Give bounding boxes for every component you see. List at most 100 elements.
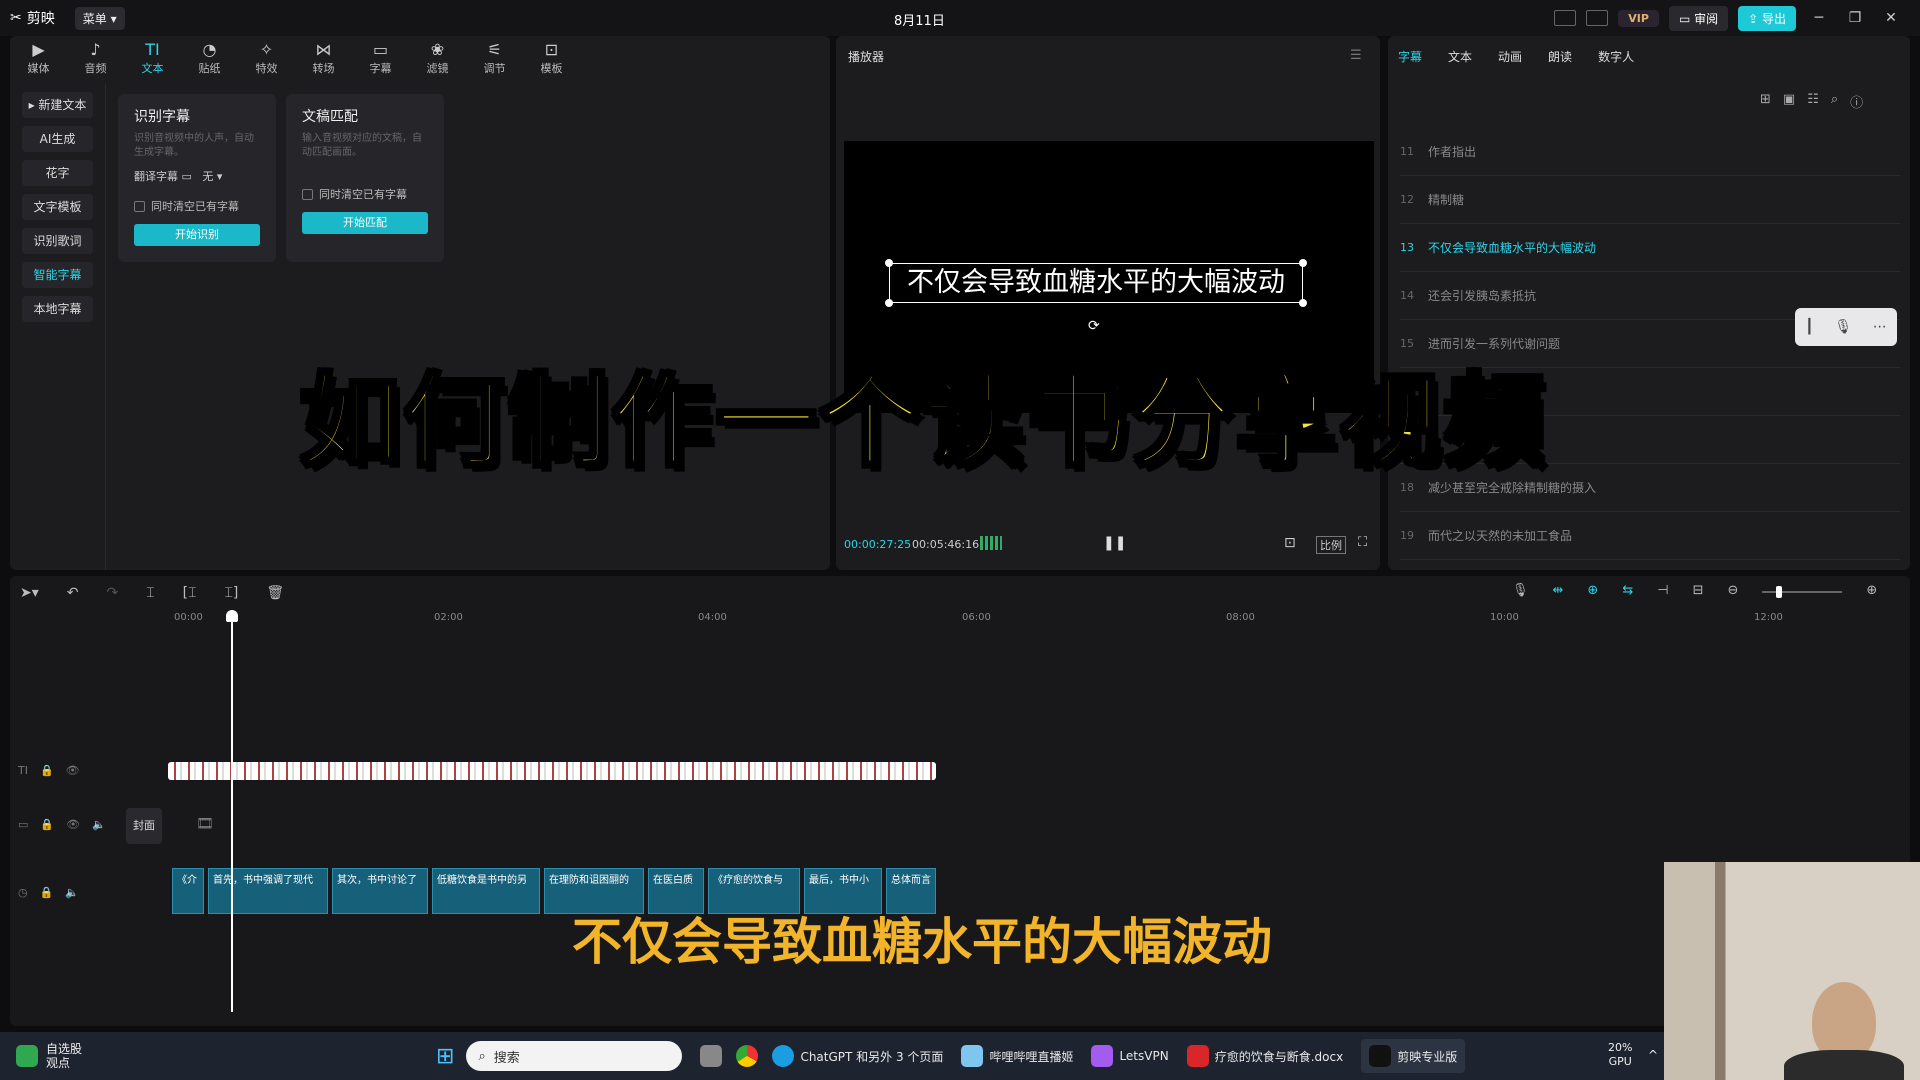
playhead[interactable]: [231, 612, 233, 1012]
minimize-icon[interactable]: ─: [1806, 10, 1832, 26]
preview-subtitle-text[interactable]: 不仅会导致血糖水平的大幅波动: [889, 263, 1303, 303]
linkage-icon[interactable]: ⇆: [1622, 583, 1633, 598]
task-view-icon[interactable]: [700, 1045, 723, 1067]
sidebar-item-fancy-text[interactable]: 花字: [22, 160, 93, 186]
record-mic-icon[interactable]: 🎙: [1512, 583, 1529, 598]
windows-start-icon[interactable]: ⊞: [436, 1044, 454, 1069]
lock-icon[interactable]: 🔒: [40, 886, 54, 899]
checkbox-box[interactable]: [302, 188, 313, 200]
taskbar-app-vpn[interactable]: LetsVPN: [1091, 1045, 1169, 1067]
speaker-icon[interactable]: 🔈: [92, 818, 106, 831]
preview-axis-icon[interactable]: ⊣: [1657, 583, 1668, 598]
more-icon[interactable]: ⋯: [1873, 319, 1887, 335]
split-icon[interactable]: ⌶: [146, 585, 154, 601]
audio-clip[interactable]: 首先，书中强调了现代: [208, 868, 328, 914]
eye-icon[interactable]: 👁: [66, 764, 80, 777]
taskbar-app-edge[interactable]: ChatGPT 和另外 3 个页面: [772, 1045, 943, 1067]
sidebar-item-ai-gen[interactable]: AI生成: [22, 126, 93, 152]
stock-widget[interactable]: 自选股 观点: [16, 1042, 436, 1070]
search-replace-icon[interactable]: ⌕: [1831, 92, 1838, 111]
tab-adjust[interactable]: ⚟ 调节: [466, 36, 523, 80]
tab-filter[interactable]: ❀ 滤镜: [409, 36, 466, 80]
menu-button[interactable]: 菜单 ▾: [74, 6, 125, 30]
tray-expand-icon[interactable]: ^: [1648, 1048, 1658, 1062]
tab-media[interactable]: ▶ 媒体: [10, 36, 67, 80]
redo-icon[interactable]: ↷: [107, 585, 119, 601]
close-icon[interactable]: ✕: [1878, 10, 1904, 26]
zoom-fit-icon[interactable]: ⊟: [1693, 583, 1704, 598]
eye-icon[interactable]: 👁: [66, 818, 80, 831]
image-icon[interactable]: ▣: [1783, 92, 1795, 111]
tab-text[interactable]: 文本: [1448, 48, 1472, 65]
split-left-icon[interactable]: [⌶: [183, 585, 197, 601]
tab-read-aloud[interactable]: 朗读: [1548, 48, 1572, 65]
zoom-out-icon[interactable]: ⊖: [1727, 583, 1738, 598]
delete-icon[interactable]: 🗑: [266, 585, 284, 601]
review-button[interactable]: ▭ 审阅: [1668, 5, 1729, 31]
resize-handle[interactable]: [1299, 299, 1307, 307]
auto-snap-icon[interactable]: ⊕: [1587, 583, 1598, 598]
checkbox-box[interactable]: [134, 200, 145, 212]
sidebar-item-lyrics[interactable]: 识别歌词: [22, 228, 93, 254]
help-icon[interactable]: ⓘ: [1850, 92, 1863, 111]
drag-handle-icon[interactable]: ┃: [1805, 319, 1813, 335]
resize-handle[interactable]: [1299, 259, 1307, 267]
audio-clip[interactable]: 《介: [172, 868, 204, 914]
start-match-button[interactable]: 开始匹配: [302, 212, 428, 234]
start-recognize-button[interactable]: 开始识别: [134, 224, 260, 246]
sort-icon[interactable]: ☷: [1807, 92, 1819, 111]
resize-handle[interactable]: [885, 299, 893, 307]
screenshot-icon[interactable]: ⊡: [1284, 535, 1296, 551]
restore-icon[interactable]: ❐: [1842, 10, 1868, 26]
split-right-icon[interactable]: ⌶]: [225, 585, 239, 601]
list-item[interactable]: 11 作者指出: [1400, 128, 1900, 176]
taskbar-app-capcut[interactable]: 剪映专业版: [1361, 1039, 1466, 1073]
zoom-in-icon[interactable]: ⊕: [1866, 583, 1877, 598]
taskbar-app-wps[interactable]: 疗愈的饮食与断食.docx: [1186, 1045, 1343, 1067]
text-track-clips[interactable]: [168, 762, 936, 780]
rotate-icon[interactable]: ⟳: [1088, 318, 1100, 334]
lock-icon[interactable]: 🔒: [40, 818, 54, 831]
clear-existing-checkbox[interactable]: 同时清空已有字幕: [302, 186, 428, 202]
add-caption-icon[interactable]: ⊞: [1760, 92, 1771, 111]
speaker-icon[interactable]: 🔈: [65, 886, 79, 899]
tab-effects[interactable]: ✧ 特效: [238, 36, 295, 80]
shortcut-icon[interactable]: [1554, 10, 1577, 26]
select-tool-icon[interactable]: ➤▾: [20, 585, 39, 601]
main-track-magnet-icon[interactable]: ⇹: [1553, 583, 1564, 598]
audio-clip[interactable]: 低糖饮食是书中的另: [432, 868, 540, 914]
export-button[interactable]: ⇪ 导出: [1738, 5, 1796, 31]
tab-audio[interactable]: ♪ 音频: [67, 36, 124, 80]
ratio-button[interactable]: 比例: [1316, 536, 1346, 554]
cover-button[interactable]: 封面: [126, 808, 162, 844]
sidebar-item-text-template[interactable]: 文字模板: [22, 194, 93, 220]
zoom-slider-thumb[interactable]: [1776, 586, 1783, 598]
tab-template[interactable]: ⊡ 模板: [523, 36, 580, 80]
tab-captions[interactable]: 字幕: [1398, 48, 1422, 65]
tab-transition[interactable]: ⋈ 转场: [295, 36, 352, 80]
fullscreen-icon[interactable]: ⛶: [1358, 535, 1367, 550]
undo-icon[interactable]: ↶: [67, 585, 79, 601]
microphone-icon[interactable]: 🎙: [1834, 319, 1852, 335]
sidebar-item-local-captions[interactable]: 本地字幕: [22, 296, 93, 322]
tab-digital-human[interactable]: 数字人: [1598, 48, 1634, 65]
sidebar-item-smart-captions[interactable]: 智能字幕: [22, 262, 93, 288]
layout-icon[interactable]: [1586, 10, 1609, 26]
audio-clip[interactable]: 其次，书中讨论了: [332, 868, 428, 914]
list-item[interactable]: 12 精制糖: [1400, 176, 1900, 224]
pause-icon[interactable]: ❚❚: [1103, 535, 1126, 551]
sidebar-item-new-text[interactable]: ▸ 新建文本: [22, 92, 93, 118]
tab-sticker[interactable]: ◔ 贴纸: [181, 36, 238, 80]
lock-icon[interactable]: 🔒: [40, 764, 54, 777]
zoom-slider[interactable]: [1762, 586, 1843, 598]
chrome-icon[interactable]: [736, 1045, 759, 1067]
list-item[interactable]: 19 而代之以天然的未加工食品: [1400, 512, 1900, 560]
vip-badge[interactable]: VIP: [1618, 9, 1659, 27]
tab-animation[interactable]: 动画: [1498, 48, 1522, 65]
taskbar-search[interactable]: ⌕ 搜索: [466, 1041, 683, 1071]
translate-row[interactable]: 翻译字幕 ▭ 无 ▾: [134, 168, 260, 184]
tab-captions[interactable]: ▭ 字幕: [352, 36, 409, 80]
clear-existing-checkbox[interactable]: 同时清空已有字幕: [134, 198, 260, 214]
tab-text[interactable]: TI 文本: [124, 36, 181, 80]
resize-handle[interactable]: [885, 259, 893, 267]
